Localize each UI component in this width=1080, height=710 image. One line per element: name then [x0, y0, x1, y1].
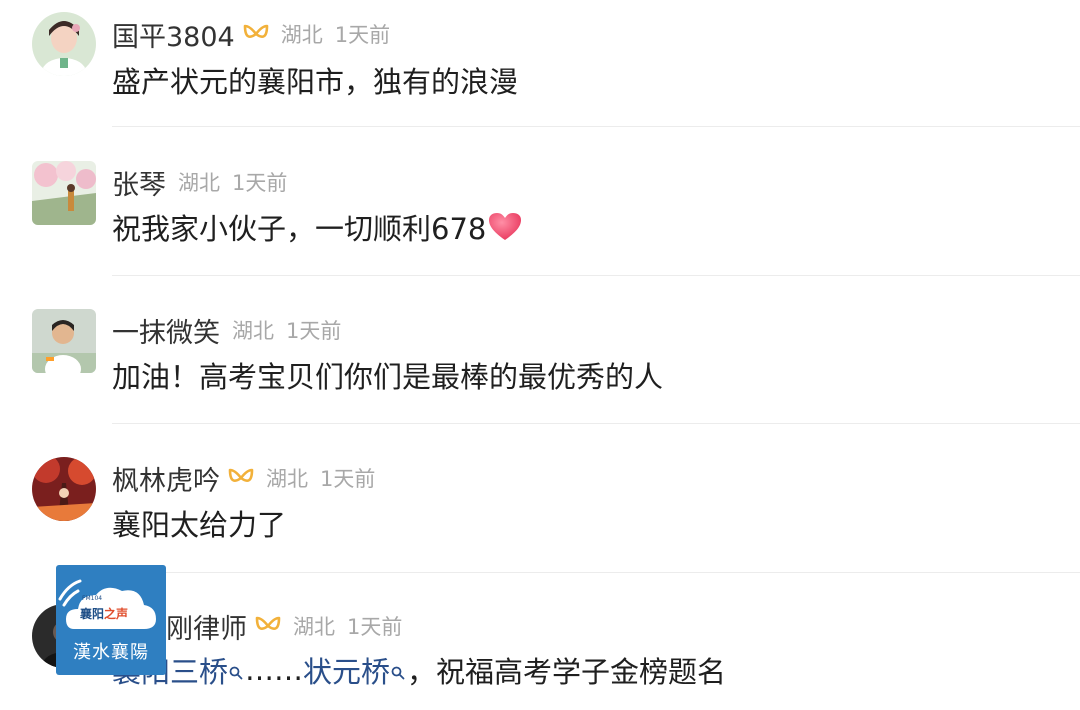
avatar-image	[32, 309, 96, 373]
ellipsis-text: ……	[245, 653, 304, 687]
vip-badge-icon	[255, 615, 281, 637]
watermark-logo: FM104 襄阳之声 漢水襄陽	[56, 565, 166, 675]
comment-text: 祝我家小伙子，一切顺利678	[112, 212, 487, 246]
divider	[112, 423, 1080, 424]
avatar-image	[32, 457, 96, 521]
username[interactable]: 国平3804	[112, 15, 235, 54]
time-label: 1天前	[334, 23, 391, 47]
watermark-text: 漢水襄陽	[73, 642, 149, 663]
username[interactable]: 一抹微笑	[112, 311, 220, 350]
avatar[interactable]	[32, 161, 96, 225]
divider	[112, 275, 1080, 276]
comment-meta: 湖北 1天前	[266, 463, 375, 493]
comment-text: 盛产状元的襄阳市，独有的浪漫	[112, 65, 519, 99]
avatar[interactable]	[32, 457, 96, 521]
divider	[112, 126, 1080, 127]
location-label: 湖北	[266, 467, 308, 491]
vip-badge-icon	[228, 467, 254, 489]
avatar-image	[32, 161, 96, 225]
comment-text: ，祝福高考学子金榜题名	[407, 655, 727, 689]
avatar[interactable]	[32, 309, 96, 373]
time-label: 1天前	[232, 171, 288, 195]
time-label: 1天前	[286, 319, 342, 343]
time-label: 1天前	[320, 467, 376, 491]
location-label: 湖北	[293, 615, 335, 639]
comment-header: 一抹微笑 湖北 1天前	[112, 310, 341, 350]
location-label: 湖北	[232, 319, 274, 343]
watermark-brand-a: 襄阳	[80, 607, 105, 621]
heart-emoji-icon	[488, 212, 522, 242]
watermark-fm: FM104	[82, 595, 103, 602]
comment-header: 国平3804 湖北 1天前	[112, 14, 390, 54]
comment-text: 襄阳太给力了	[112, 508, 287, 542]
location-label: 湖北	[280, 23, 323, 47]
username[interactable]: 张琴	[112, 163, 166, 202]
comment-header: 张琴 湖北 1天前	[112, 162, 287, 202]
comment-meta: 湖北 1天前	[178, 167, 287, 197]
vip-badge-icon	[243, 23, 269, 45]
search-icon	[229, 653, 243, 687]
avatar-image	[32, 12, 96, 76]
comment-text-row: 襄阳三桥 …… 状元桥 ，祝福高考学子金榜题名	[112, 650, 726, 690]
comment-header: 枫林虎吟 湖北 1天前	[112, 458, 375, 498]
divider	[112, 572, 1080, 573]
username[interactable]: 枫林虎吟	[112, 459, 220, 498]
comment-meta: 湖北 1天前	[293, 611, 402, 641]
avatar[interactable]	[32, 12, 96, 76]
location-label: 湖北	[178, 171, 220, 195]
search-icon	[391, 653, 405, 687]
comment-meta: 湖北 1天前	[232, 315, 341, 345]
watermark-brand: 襄阳之声	[80, 605, 128, 622]
watermark-brand-b: 之声	[104, 607, 129, 621]
comment-text-row: 祝我家小伙子，一切顺利678	[112, 207, 522, 247]
time-label: 1天前	[347, 615, 403, 639]
topic-link[interactable]: 状元桥	[303, 649, 390, 691]
comment-text: 加油！高考宝贝们你们是最棒的最优秀的人	[112, 360, 664, 394]
comment-meta: 湖北 1天前	[281, 19, 390, 49]
